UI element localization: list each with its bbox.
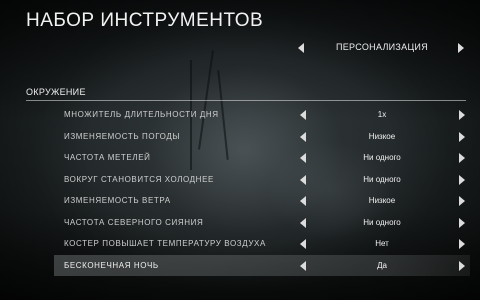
setting-row-endless-night[interactable]: Бесконечная ночь Да: [54, 254, 470, 276]
arrow-left-icon[interactable]: [300, 174, 306, 185]
setting-value: 1x: [377, 110, 387, 119]
arrow-left-icon[interactable]: [300, 217, 306, 228]
settings-list: Множитель длительности дня 1x Изменяемос…: [54, 104, 470, 276]
setting-label: Частота метелей: [64, 153, 151, 162]
arrow-left-icon[interactable]: [298, 43, 304, 53]
setting-label: Изменяемость ветра: [64, 196, 171, 205]
arrow-right-icon[interactable]: [459, 174, 465, 185]
setting-row-day-length[interactable]: Множитель длительности дня 1x: [54, 104, 470, 126]
setting-label: Вокруг становится холоднее: [64, 174, 214, 184]
arrow-left-icon[interactable]: [300, 196, 306, 206]
setting-value: Ни одного: [363, 217, 401, 227]
setting-row-getting-colder[interactable]: Вокруг становится холоднее Ни одного: [54, 169, 470, 191]
section-title: ОКРУЖЕНИЕ: [26, 87, 86, 97]
arrow-left-icon[interactable]: [300, 239, 306, 249]
setting-value: Ни одного: [363, 174, 401, 184]
arrow-left-icon[interactable]: [300, 153, 306, 163]
arrow-left-icon[interactable]: [300, 260, 306, 271]
arrow-right-icon[interactable]: [459, 260, 465, 271]
setting-value: Низкое: [368, 196, 396, 205]
setting-label: Бесконечная ночь: [64, 260, 159, 270]
arrow-right-icon[interactable]: [459, 196, 465, 206]
setting-value: Низкое: [368, 131, 396, 141]
setting-value: Ни одного: [363, 153, 401, 162]
preset-value: ПЕРСОНАЛИЗАЦИЯ: [335, 42, 429, 52]
setting-row-wind-variability[interactable]: Изменяемость ветра Низкое: [54, 190, 470, 212]
setting-label: Костер повышает температуру воздуха: [64, 239, 266, 248]
setting-label: Множитель длительности дня: [64, 110, 219, 119]
arrow-left-icon[interactable]: [300, 131, 306, 142]
arrow-right-icon[interactable]: [459, 217, 465, 228]
setting-row-weather-variability[interactable]: Изменяемость погоды Низкое: [54, 126, 470, 148]
arrow-right-icon[interactable]: [458, 43, 464, 53]
section-divider: [26, 100, 466, 101]
setting-row-fire-warms-air[interactable]: Костер повышает температуру воздуха Нет: [54, 233, 470, 255]
arrow-right-icon[interactable]: [459, 153, 465, 163]
arrow-right-icon[interactable]: [459, 239, 465, 249]
arrow-right-icon[interactable]: [459, 110, 465, 120]
setting-label: Частота северного сияния: [64, 217, 204, 227]
arrow-right-icon[interactable]: [459, 131, 465, 142]
setting-label: Изменяемость погоды: [64, 131, 181, 141]
setting-value: Нет: [375, 239, 389, 248]
arrow-left-icon[interactable]: [300, 110, 306, 120]
setting-row-aurora-frequency[interactable]: Частота северного сияния Ни одного: [54, 212, 470, 234]
page-title: Набор инструментов: [26, 10, 264, 31]
preset-selector[interactable]: ПЕРСОНАЛИЗАЦИЯ: [296, 38, 472, 58]
setting-value: Да: [377, 260, 387, 270]
setting-row-blizzard-frequency[interactable]: Частота метелей Ни одного: [54, 147, 470, 169]
